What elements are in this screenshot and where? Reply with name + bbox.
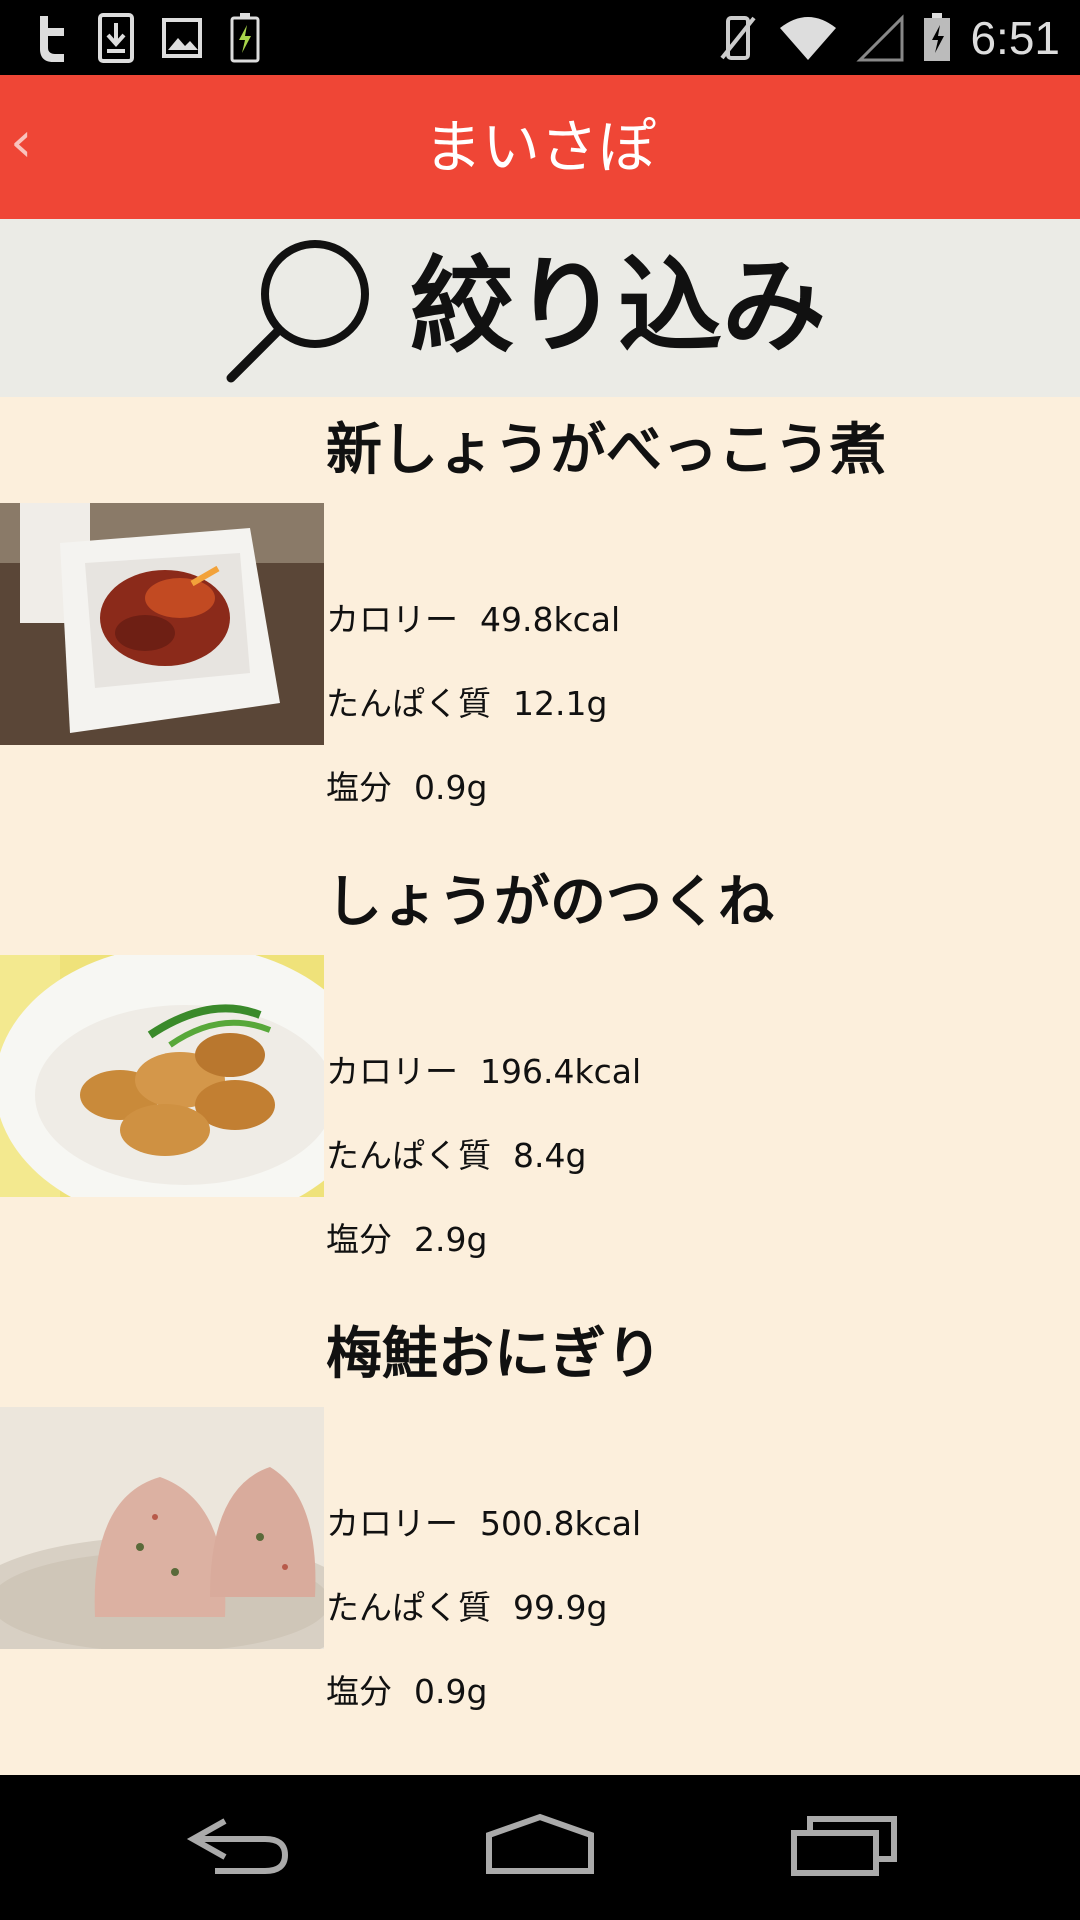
- recipe-title: しょうがのつくね: [326, 870, 774, 935]
- vibrate-mute-icon: [720, 16, 757, 60]
- protein-label: たんぱく質: [326, 684, 491, 723]
- salt-label: 塩分: [326, 768, 392, 807]
- filter-button[interactable]: 絞り込み: [0, 219, 1080, 397]
- protein-value: 12.1g: [513, 684, 608, 723]
- battery-charging-icon: [230, 13, 260, 63]
- recipe-photo: [0, 503, 324, 745]
- recipe-photo: [0, 1407, 324, 1649]
- protein-label: たんぱく質: [326, 1588, 491, 1627]
- calorie-row: カロリー 500.8kcal: [326, 1497, 641, 1545]
- protein-value: 8.4g: [513, 1136, 587, 1175]
- status-time: 6:51: [970, 12, 1060, 64]
- salt-row: 塩分 0.9g: [326, 1665, 487, 1713]
- salt-row: 塩分 0.9g: [326, 761, 487, 809]
- calorie-value: 196.4kcal: [480, 1052, 642, 1091]
- calorie-label: カロリー: [326, 1504, 458, 1543]
- salt-label: 塩分: [326, 1220, 392, 1259]
- calorie-value: 500.8kcal: [480, 1504, 642, 1543]
- recipe-title: 梅鮭おにぎり: [326, 1322, 662, 1387]
- recipe-item[interactable]: 新しょうがべっこう煮 カロリー 49.8kcal たんぱく質 12.1g 塩分 0.9…: [0, 397, 1080, 849]
- salt-value: 0.9g: [414, 768, 488, 807]
- recipe-photo: [0, 955, 324, 1197]
- salt-value: 0.9g: [414, 1672, 488, 1711]
- salt-label: 塩分: [326, 1672, 392, 1711]
- calorie-label: カロリー: [326, 600, 458, 639]
- salt-value: 2.9g: [414, 1220, 488, 1259]
- back-icon[interactable]: [185, 1811, 295, 1881]
- battery-icon: [924, 13, 951, 61]
- protein-label: たんぱく質: [326, 1136, 491, 1175]
- navigation-bar: [0, 1775, 1080, 1920]
- protein-row: たんぱく質 99.9g: [326, 1581, 607, 1629]
- search-icon: [226, 240, 369, 383]
- protein-row: たんぱく質 8.4g: [326, 1129, 586, 1177]
- calorie-value: 49.8kcal: [480, 600, 621, 639]
- calorie-row: カロリー 49.8kcal: [326, 593, 620, 641]
- filter-label: 絞り込み: [410, 245, 827, 367]
- app-title: まいさぽ: [423, 113, 656, 181]
- salt-row: 塩分 2.9g: [326, 1213, 487, 1261]
- app-bar: ‹ まいさぽ: [0, 75, 1080, 219]
- home-icon[interactable]: [485, 1811, 595, 1881]
- download-icon: [98, 13, 134, 63]
- signal-icon: [856, 14, 904, 62]
- status-bar: 6:51: [0, 0, 1080, 75]
- twitter-icon: [40, 16, 64, 62]
- recipe-item[interactable]: 梅鮭おにぎり カロリー 500.8kcal たんぱく質 99.9g 塩分 0.9g: [0, 1301, 1080, 1753]
- recents-icon[interactable]: [790, 1811, 900, 1881]
- protein-row: たんぱく質 12.1g: [326, 677, 607, 725]
- calorie-label: カロリー: [326, 1052, 458, 1091]
- gallery-icon: [162, 18, 202, 58]
- calorie-row: カロリー 196.4kcal: [326, 1045, 641, 1093]
- protein-value: 99.9g: [513, 1588, 608, 1627]
- wifi-icon: [780, 17, 837, 60]
- recipe-title: 新しょうがべっこう煮: [326, 418, 886, 483]
- recipe-list: 新しょうがべっこう煮 カロリー 49.8kcal たんぱく質 12.1g 塩分 0.9…: [0, 397, 1080, 1775]
- recipe-item[interactable]: しょうがのつくね カロリー 196.4kcal たんぱく質 8.4g 塩分 2.…: [0, 849, 1080, 1301]
